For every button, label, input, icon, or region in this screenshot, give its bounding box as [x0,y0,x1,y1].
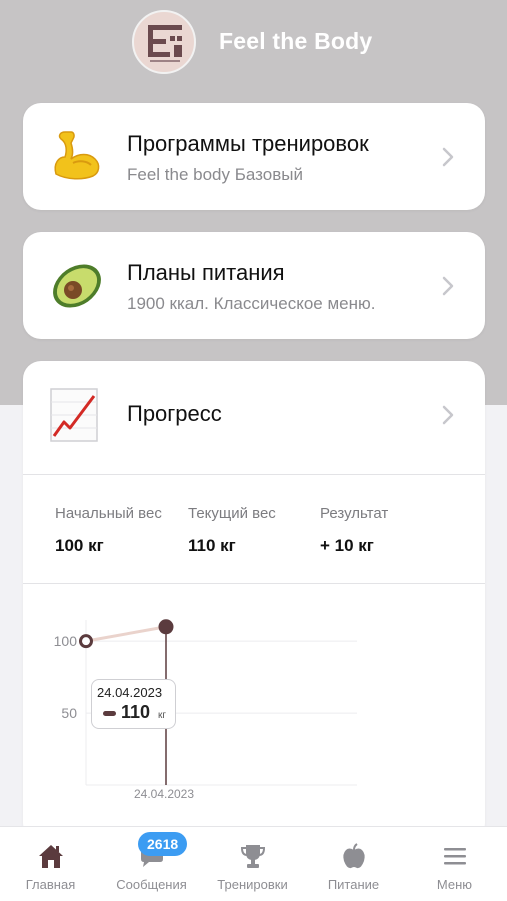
tab-nutrition[interactable]: Питание [303,827,404,901]
result-value: + 10 кг [320,536,374,555]
divider [23,474,485,475]
tab-label: Тренировки [217,877,288,892]
avatar[interactable] [132,10,196,74]
card-title: Программы тренировок [127,131,369,156]
divider [23,583,485,584]
chevron-right-icon [442,147,454,167]
tooltip-unit: кг [158,710,167,721]
current-weight-value: 110 кг [188,536,236,555]
tab-home[interactable]: Главная [0,827,101,901]
header: Feel the Body [0,0,507,90]
app-title: Feel the Body [219,28,373,54]
tab-menu[interactable]: Меню [404,827,505,901]
avocado-icon [53,264,101,308]
start-weight-value: 100 кг [55,536,104,555]
apple-icon [343,843,365,869]
tab-label: Главная [25,877,76,892]
start-weight-label: Начальный вес [55,505,162,522]
flexed-biceps-icon [54,131,100,180]
tab-trainings[interactable]: Тренировки [202,827,303,901]
tooltip-value: 110 [121,702,151,722]
tooltip-swatch [103,711,116,716]
tab-label: Меню [436,877,473,892]
card-title: Планы питания [127,260,285,285]
progress-title[interactable]: Прогресс [127,401,222,427]
result-label: Результат [320,505,389,522]
brand-logo-icon [148,25,182,62]
current-weight-label: Текущий вес [188,505,276,522]
chart-increasing-icon [50,388,98,442]
nutrition-plans-card[interactable]: Планы питания 1900 ккал. Классическое ме… [23,232,485,339]
hamburger-menu-icon [444,848,466,865]
chevron-right-icon[interactable] [441,404,455,426]
trophy-icon [240,845,266,868]
card-subtitle: Feel the body Базовый [127,165,303,184]
tab-bar: Главная Сообщения Тренировки Питание Мен… [0,826,507,901]
training-programs-card[interactable]: Программы тренировок Feel the body Базов… [23,103,485,210]
home-icon [39,845,63,868]
card-subtitle: 1900 ккал. Классическое меню. [127,294,376,313]
messages-badge: 2618 [138,832,188,856]
chevron-right-icon [442,276,454,296]
tooltip-date: 24.04.2023 [97,685,163,700]
chart-tooltip: 24.04.2023 110 кг [91,679,176,729]
tab-label: Сообщения [116,877,187,892]
progress-card: Прогресс Начальный вес 100 кг Текущий ве… [23,361,485,841]
tab-label: Питание [327,877,380,892]
